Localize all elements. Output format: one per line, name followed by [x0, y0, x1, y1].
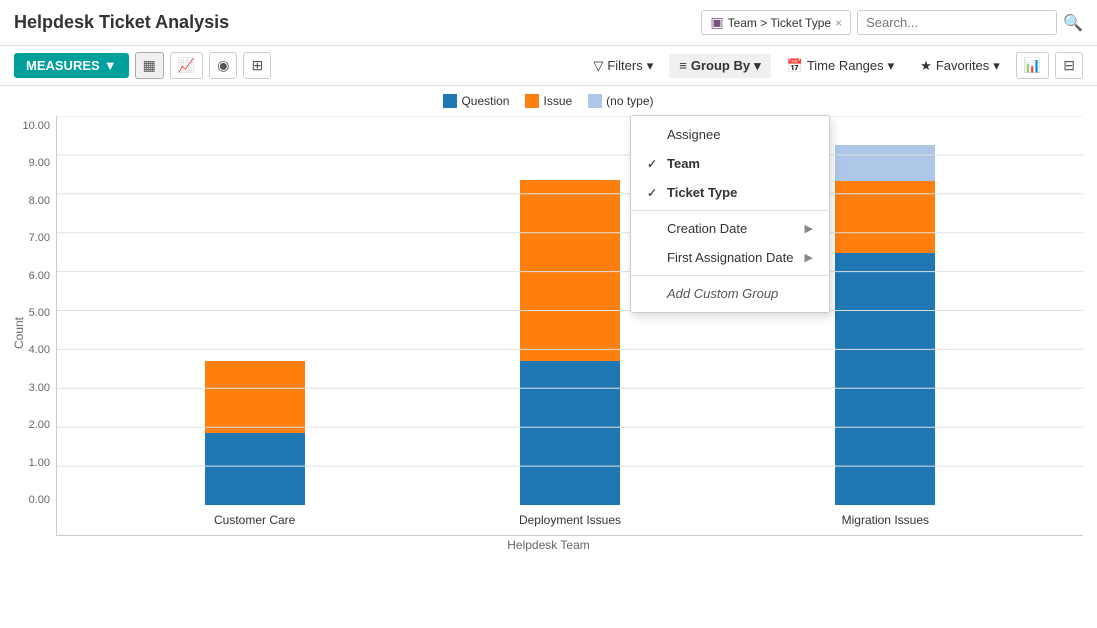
- dropdown-divider-1: [631, 210, 829, 211]
- filters-button[interactable]: ▽ Filters ▾: [583, 54, 663, 78]
- favorites-button[interactable]: ★ Favorites ▾: [910, 54, 1010, 78]
- notype-color-dot: [588, 94, 602, 108]
- check-ticket-type-icon: ✓: [647, 186, 661, 200]
- measures-label: MEASURES: [26, 58, 100, 73]
- dropdown-assignee-label: Assignee: [667, 127, 720, 142]
- chart-view-button[interactable]: 📊: [1016, 52, 1049, 79]
- bar-chart-icon-button[interactable]: ▦: [135, 52, 164, 79]
- dropdown-ticket-type-label: Ticket Type: [667, 185, 737, 200]
- x-label-migration-issues: Migration Issues: [728, 513, 1043, 527]
- dropdown-item-creation-date[interactable]: Creation Date ▶: [631, 214, 829, 243]
- calendar-icon: 📅: [787, 58, 803, 74]
- arrow-first-assignation-icon: ▶: [805, 251, 813, 264]
- pie-chart-icon-button[interactable]: ◉: [209, 52, 237, 79]
- y-tick-1: 1.00: [14, 457, 56, 469]
- y-tick-3: 3.00: [14, 382, 56, 394]
- filters-label: Filters: [607, 58, 642, 73]
- legend-issue-label: Issue: [543, 94, 572, 108]
- y-axis-label: Count: [12, 316, 26, 348]
- groupby-arrow-icon: ▾: [754, 58, 761, 74]
- active-filter-tag[interactable]: ▣ Team > Ticket Type ×: [701, 10, 851, 35]
- star-icon: ★: [920, 58, 932, 74]
- groupby-dropdown: Assignee ✓ Team ✓ Ticket Type Creation D…: [630, 115, 830, 313]
- legend-item-question: Question: [443, 94, 509, 108]
- favorites-arrow-icon: ▾: [993, 58, 1000, 74]
- timeranges-arrow-icon: ▾: [888, 58, 895, 74]
- dropdown-add-custom-label: Add Custom Group: [667, 286, 778, 301]
- x-label-deployment-issues: Deployment Issues: [412, 513, 727, 527]
- check-creation-date-icon: [647, 222, 661, 236]
- filter-icon: ▣: [710, 14, 723, 31]
- favorites-label: Favorites: [936, 58, 989, 73]
- main-toolbar: MEASURES ▼ ▦ 📈 ◉ ⊞ ▽ Filters ▾ ≡ Group B…: [0, 46, 1097, 86]
- dropdown-divider-2: [631, 275, 829, 276]
- dropdown-item-assignee[interactable]: Assignee: [631, 120, 829, 149]
- dropdown-item-ticket-type[interactable]: ✓ Ticket Type: [631, 178, 829, 207]
- dropdown-creation-date-label: Creation Date: [667, 221, 747, 236]
- timeranges-button[interactable]: 📅 Time Ranges ▾: [777, 54, 905, 78]
- line-chart-icon-button[interactable]: 📈: [170, 52, 203, 79]
- issue-color-dot: [525, 94, 539, 108]
- dropdown-item-team[interactable]: ✓ Team: [631, 149, 829, 178]
- y-tick-10: 10.00: [14, 120, 56, 132]
- grid-lines: [57, 116, 1083, 505]
- header: Helpdesk Ticket Analysis ▣ Team > Ticket…: [0, 0, 1097, 46]
- remove-filter-button[interactable]: ×: [835, 16, 842, 30]
- x-label-customer-care: Customer Care: [97, 513, 412, 527]
- legend-item-issue: Issue: [525, 94, 572, 108]
- y-tick-8: 8.00: [14, 195, 56, 207]
- legend-question-label: Question: [461, 94, 509, 108]
- y-tick-0: 0.00: [14, 494, 56, 506]
- check-assignee-icon: [647, 128, 661, 142]
- dropdown-team-label: Team: [667, 156, 700, 171]
- search-input[interactable]: [857, 10, 1057, 35]
- filters-arrow-icon: ▾: [647, 58, 654, 74]
- measures-arrow-icon: ▼: [104, 58, 117, 73]
- question-color-dot: [443, 94, 457, 108]
- y-tick-2: 2.00: [14, 419, 56, 431]
- x-axis-labels: Customer Care Deployment Issues Migratio…: [57, 505, 1083, 535]
- legend-notype-label: (no type): [606, 94, 653, 108]
- dropdown-item-add-custom[interactable]: Add Custom Group: [631, 279, 829, 308]
- timeranges-label: Time Ranges: [807, 58, 884, 73]
- y-tick-7: 7.00: [14, 232, 56, 244]
- search-button[interactable]: 🔍: [1063, 13, 1083, 33]
- y-tick-9: 9.00: [14, 157, 56, 169]
- measures-button[interactable]: MEASURES ▼: [14, 53, 129, 78]
- dropdown-first-assignation-label: First Assignation Date: [667, 250, 793, 265]
- table-icon-button[interactable]: ⊞: [243, 52, 271, 79]
- active-filter-label: Team > Ticket Type: [728, 16, 832, 30]
- dropdown-item-first-assignation[interactable]: First Assignation Date ▶: [631, 243, 829, 272]
- x-axis-group-label: Helpdesk Team: [14, 538, 1083, 552]
- groupby-icon: ≡: [679, 58, 687, 73]
- legend-item-notype: (no type): [588, 94, 653, 108]
- check-first-assignation-icon: [647, 251, 661, 265]
- groupby-button[interactable]: ≡ Group By ▾: [669, 54, 770, 78]
- chart-legend: Question Issue (no type): [14, 94, 1083, 108]
- check-team-icon: ✓: [647, 157, 661, 171]
- list-view-button[interactable]: ⊟: [1055, 52, 1083, 79]
- y-tick-6: 6.00: [14, 270, 56, 282]
- filter-bar: ▣ Team > Ticket Type × 🔍: [701, 10, 1083, 35]
- arrow-creation-date-icon: ▶: [805, 222, 813, 235]
- groupby-label: Group By: [691, 58, 750, 73]
- check-add-custom-icon: [647, 287, 661, 301]
- filter-funnel-icon: ▽: [593, 58, 603, 74]
- page-title: Helpdesk Ticket Analysis: [14, 12, 701, 33]
